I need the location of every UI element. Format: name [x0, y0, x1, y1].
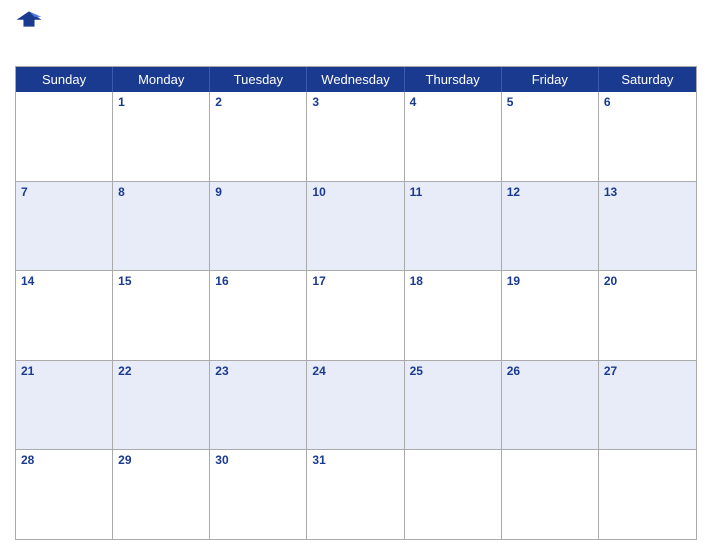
day-number: 3 [312, 95, 398, 111]
day-number: 10 [312, 185, 398, 201]
day-number: 23 [215, 364, 301, 380]
day-cell-21: 21 [16, 361, 113, 450]
day-number: 7 [21, 185, 107, 201]
day-number: 28 [21, 453, 107, 469]
day-cell-8: 8 [113, 182, 210, 271]
day-header-friday: Friday [502, 67, 599, 92]
logo-bird-icon [15, 10, 43, 28]
day-cell-24: 24 [307, 361, 404, 450]
day-cell-empty [599, 450, 696, 539]
calendar-grid: SundayMondayTuesdayWednesdayThursdayFrid… [15, 66, 697, 540]
day-cell-empty [502, 450, 599, 539]
day-cell-29: 29 [113, 450, 210, 539]
day-cell-25: 25 [405, 361, 502, 450]
week-row-2: 789 10 11 12 13 [16, 181, 696, 271]
day-number: 2 [215, 95, 301, 111]
day-number: 13 [604, 185, 691, 201]
day-cell-empty [16, 92, 113, 181]
day-cell-19: 19 [502, 271, 599, 360]
day-cell-6: 6 [599, 92, 696, 181]
day-cell-20: 20 [599, 271, 696, 360]
day-cell-13: 13 [599, 182, 696, 271]
calendar-page: SundayMondayTuesdayWednesdayThursdayFrid… [0, 0, 712, 550]
day-number: 21 [21, 364, 107, 380]
day-cell-4: 4 [405, 92, 502, 181]
week-row-3: 14 15 16 17 18 19 20 [16, 270, 696, 360]
day-number: 4 [410, 95, 496, 111]
weeks-container: 1234567891011121314151617181920212223242… [16, 92, 696, 539]
day-cell-14: 14 [16, 271, 113, 360]
day-cell-17: 17 [307, 271, 404, 360]
day-cell-16: 16 [210, 271, 307, 360]
day-cell-30: 30 [210, 450, 307, 539]
day-number: 5 [507, 95, 593, 111]
day-cell-12: 12 [502, 182, 599, 271]
day-cell-7: 7 [16, 182, 113, 271]
day-number: 18 [410, 274, 496, 290]
day-number: 9 [215, 185, 301, 201]
day-number: 16 [215, 274, 301, 290]
day-number: 26 [507, 364, 593, 380]
day-number: 8 [118, 185, 204, 201]
day-cell-31: 31 [307, 450, 404, 539]
day-number: 14 [21, 274, 107, 290]
day-number: 25 [410, 364, 496, 380]
day-number: 17 [312, 274, 398, 290]
day-header-tuesday: Tuesday [210, 67, 307, 92]
day-cell-27: 27 [599, 361, 696, 450]
day-cell-11: 11 [405, 182, 502, 271]
calendar-header [15, 10, 697, 60]
day-number: 20 [604, 274, 691, 290]
day-cell-15: 15 [113, 271, 210, 360]
day-cell-10: 10 [307, 182, 404, 271]
day-cell-23: 23 [210, 361, 307, 450]
day-cell-5: 5 [502, 92, 599, 181]
day-cell-28: 28 [16, 450, 113, 539]
day-number: 27 [604, 364, 691, 380]
day-cell-18: 18 [405, 271, 502, 360]
day-number: 1 [118, 95, 204, 111]
day-number: 30 [215, 453, 301, 469]
logo [15, 10, 43, 30]
day-headers-row: SundayMondayTuesdayWednesdayThursdayFrid… [16, 67, 696, 92]
day-header-sunday: Sunday [16, 67, 113, 92]
day-header-wednesday: Wednesday [307, 67, 404, 92]
day-cell-1: 1 [113, 92, 210, 181]
day-number: 12 [507, 185, 593, 201]
day-number: 15 [118, 274, 204, 290]
day-number: 6 [604, 95, 691, 111]
day-number: 11 [410, 185, 496, 201]
day-number: 19 [507, 274, 593, 290]
week-row-5: 28 29 30 31 [16, 449, 696, 539]
week-row-1: 123456 [16, 92, 696, 181]
day-cell-3: 3 [307, 92, 404, 181]
day-header-saturday: Saturday [599, 67, 696, 92]
day-number: 31 [312, 453, 398, 469]
day-number: 29 [118, 453, 204, 469]
day-cell-22: 22 [113, 361, 210, 450]
day-header-monday: Monday [113, 67, 210, 92]
day-cell-9: 9 [210, 182, 307, 271]
day-header-thursday: Thursday [405, 67, 502, 92]
day-number: 22 [118, 364, 204, 380]
day-cell-empty [405, 450, 502, 539]
week-row-4: 21 22 23 24 25 26 27 [16, 360, 696, 450]
day-cell-2: 2 [210, 92, 307, 181]
day-number: 24 [312, 364, 398, 380]
day-cell-26: 26 [502, 361, 599, 450]
